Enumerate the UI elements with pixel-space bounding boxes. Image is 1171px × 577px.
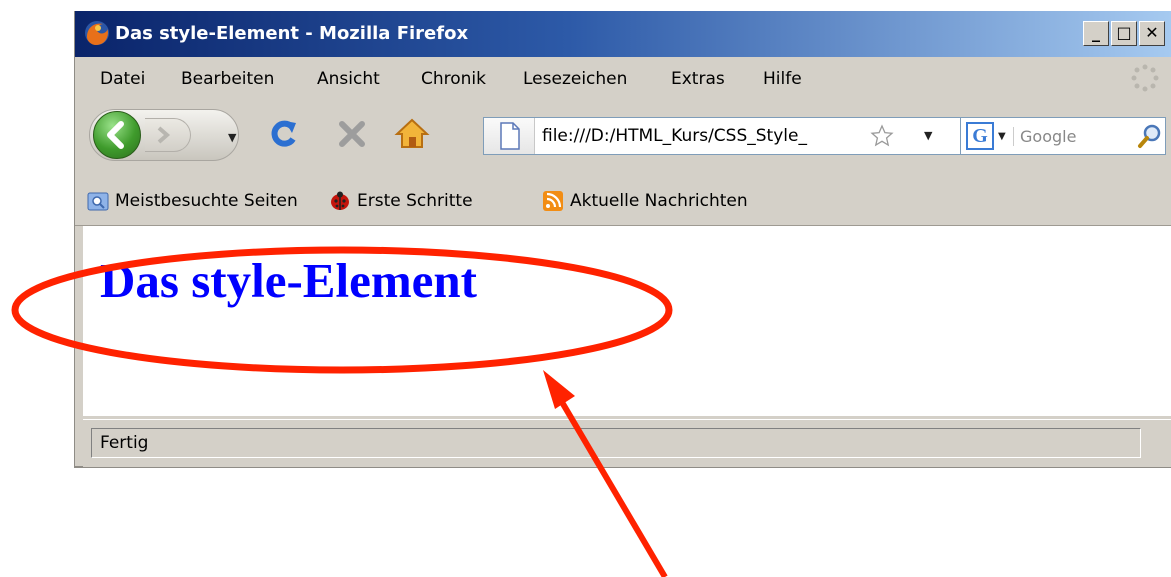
throbber-icon <box>1130 63 1160 93</box>
page-content: Das style-Element <box>83 226 1171 416</box>
home-icon[interactable] <box>391 113 433 155</box>
bookmark-star-icon[interactable] <box>870 124 894 148</box>
search-folder-icon <box>87 190 109 212</box>
back-button[interactable] <box>93 111 141 159</box>
back-arrow-icon <box>94 112 140 158</box>
url-dropdown-icon[interactable]: ▼ <box>924 129 932 142</box>
status-text: Fertig <box>91 428 1141 458</box>
stop-icon[interactable] <box>331 113 373 155</box>
close-button[interactable]: ✕ <box>1139 21 1165 46</box>
maximize-button[interactable]: □ <box>1111 21 1137 46</box>
browser-window: Das style-Element - Mozilla Firefox _ □ … <box>74 11 1171 468</box>
forward-button[interactable] <box>145 118 191 152</box>
page-icon <box>484 118 534 154</box>
search-input[interactable]: Google <box>1013 127 1076 146</box>
address-bar[interactable]: file:///D:/HTML_Kurs/CSS_Style_ ▼ <box>483 117 963 155</box>
url-text[interactable]: file:///D:/HTML_Kurs/CSS_Style_ <box>542 126 807 146</box>
menu-item-datei[interactable]: Datei <box>100 69 145 89</box>
google-engine-icon[interactable]: G <box>966 122 994 150</box>
status-bar: Fertig <box>83 419 1171 467</box>
engine-dropdown-icon[interactable]: ▼ <box>998 131 1006 142</box>
bookmark-label: Meistbesuchte Seiten <box>115 191 298 211</box>
reload-icon[interactable] <box>263 113 305 155</box>
bookmark-label: Erste Schritte <box>357 191 473 211</box>
forward-arrow-icon <box>145 119 189 151</box>
menu-bar: Datei Bearbeiten Ansicht Chronik Lesezei… <box>75 57 1171 101</box>
bookmarks-toolbar: Meistbesuchte Seiten Erste Schritte Aktu… <box>75 179 1171 226</box>
minimize-button[interactable]: _ <box>1083 21 1109 46</box>
site-identity-button[interactable] <box>484 118 535 154</box>
menu-item-bearbeiten[interactable]: Bearbeiten <box>181 69 274 89</box>
menu-item-chronik[interactable]: Chronik <box>421 69 486 89</box>
menu-item-hilfe[interactable]: Hilfe <box>763 69 802 89</box>
navigation-toolbar: ▼ file:///D:/HTML_Kurs/CSS_Style_ ▼ <box>75 103 1171 165</box>
search-bar[interactable]: G ▼ Google <box>960 117 1166 155</box>
menu-item-lesezeichen[interactable]: Lesezeichen <box>523 69 627 89</box>
history-dropdown-icon[interactable]: ▼ <box>228 131 236 144</box>
search-icon[interactable] <box>1137 123 1163 149</box>
firefox-icon <box>83 19 111 47</box>
menu-item-ansicht[interactable]: Ansicht <box>317 69 380 89</box>
window-title: Das style-Element - Mozilla Firefox <box>115 11 468 57</box>
rss-feed-icon <box>542 190 564 212</box>
firefox-ladybug-icon <box>329 190 351 212</box>
title-bar[interactable]: Das style-Element - Mozilla Firefox _ □ … <box>75 11 1171 57</box>
menu-item-extras[interactable]: Extras <box>671 69 725 89</box>
page-heading: Das style-Element <box>100 252 477 309</box>
bookmark-label: Aktuelle Nachrichten <box>570 191 748 211</box>
